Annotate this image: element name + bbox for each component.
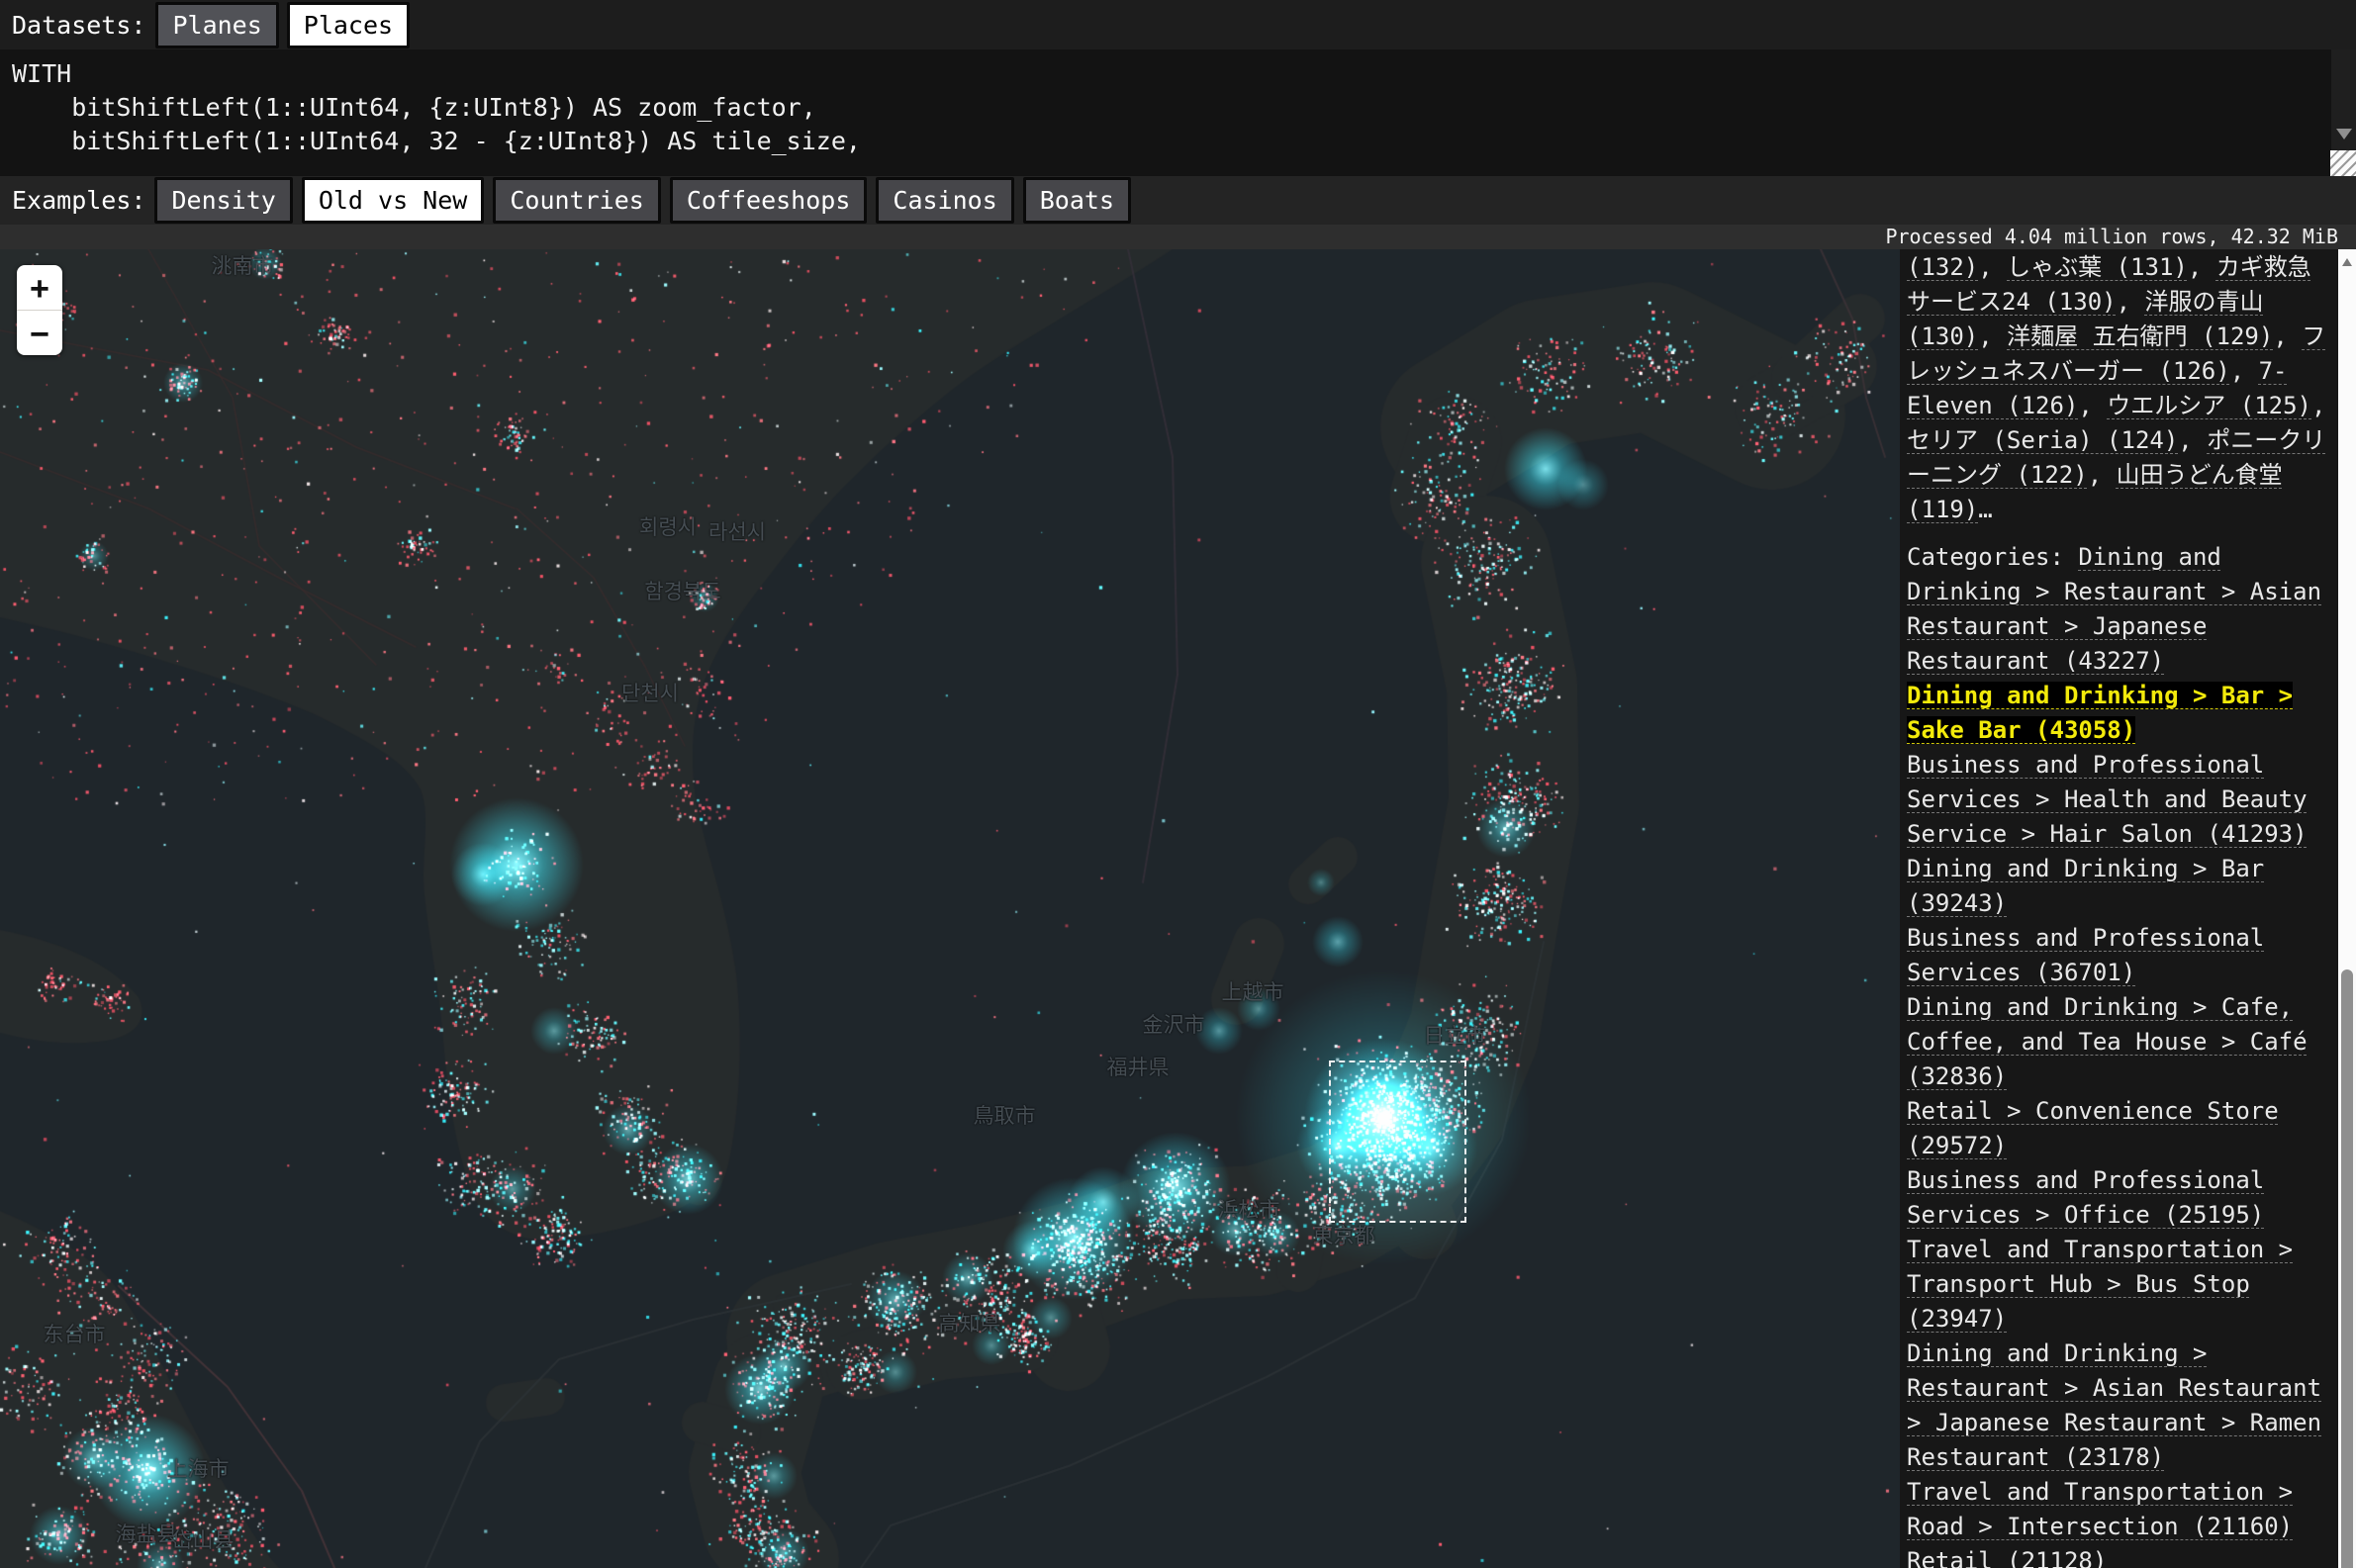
category-row: Travel and Transportation > Road > Inter… bbox=[1907, 1475, 2332, 1544]
category-link[interactable]: Business and Professional Services > Hea… bbox=[1907, 751, 2308, 848]
brand-link[interactable]: 洋麺屋 五右衛門 (129) bbox=[2007, 323, 2273, 350]
sidebar-brands: (132), しゃぶ葉 (131), カギ救急サービス24 (130), 洋服の… bbox=[1907, 253, 2325, 523]
example-button-density[interactable]: Density bbox=[154, 177, 292, 224]
category-row: Business and Professional Services (3670… bbox=[1907, 921, 2332, 990]
page-scrollbar[interactable] bbox=[2338, 249, 2356, 1568]
datasets-bar: Datasets: PlanesPlaces bbox=[0, 0, 2356, 49]
brand-link[interactable]: ウエルシア (125) bbox=[2107, 392, 2311, 419]
category-link[interactable]: Travel and Transportation > Road > Inter… bbox=[1907, 1478, 2293, 1540]
examples-button-group: DensityOld vs NewCountriesCoffeeshopsCas… bbox=[154, 177, 1131, 224]
examples-bar: Examples: DensityOld vs NewCountriesCoff… bbox=[0, 176, 2356, 225]
category-link[interactable]: Dining and Drinking > Restaurant > Asian… bbox=[1907, 1339, 2321, 1471]
categories-label: Categories: bbox=[1907, 543, 2078, 571]
resize-grip-icon[interactable] bbox=[2330, 150, 2356, 176]
datasets-label: Datasets: bbox=[12, 11, 145, 40]
datasets-button-group: PlanesPlaces bbox=[155, 2, 410, 48]
brand-link[interactable]: セリア (Seria) (124) bbox=[1907, 426, 2178, 454]
category-row: Business and Professional Services > Off… bbox=[1907, 1163, 2332, 1233]
dataset-button-planes[interactable]: Planes bbox=[155, 2, 278, 48]
map-canvas[interactable] bbox=[0, 249, 1900, 1568]
category-link[interactable]: Dining and Drinking > Cafe, Coffee, and … bbox=[1907, 993, 2308, 1090]
category-row: Travel and Transportation > Transport Hu… bbox=[1907, 1233, 2332, 1337]
category-link[interactable]: Dining and Drinking > Bar > Sake Bar (43… bbox=[1907, 682, 2293, 744]
category-link[interactable]: Dining and Drinking > Bar (39243) bbox=[1907, 855, 2264, 917]
app-window: Datasets: PlanesPlaces WITH bitShiftLeft… bbox=[0, 0, 2356, 1568]
scroll-up-icon[interactable] bbox=[2342, 258, 2352, 266]
category-link[interactable]: Retail > Convenience Store (29572) bbox=[1907, 1097, 2279, 1159]
scroll-down-icon[interactable] bbox=[2336, 129, 2352, 139]
example-button-casinos[interactable]: Casinos bbox=[876, 177, 1013, 224]
dataset-button-places[interactable]: Places bbox=[287, 2, 410, 48]
category-row: Retail > Convenience Store (29572) bbox=[1907, 1094, 2332, 1163]
example-button-boats[interactable]: Boats bbox=[1023, 177, 1131, 224]
category-row: Dining and Drinking > Restaurant > Asian… bbox=[1907, 1337, 2332, 1475]
brand-link[interactable]: (132) bbox=[1907, 253, 1978, 281]
status-bar: Processed 4.04 million rows, 42.32 MiB bbox=[0, 225, 2356, 249]
example-button-countries[interactable]: Countries bbox=[493, 177, 660, 224]
category-row: Dining and Drinking > Bar > Sake Bar (43… bbox=[1907, 679, 2332, 748]
category-link[interactable]: Business and Professional Services (3670… bbox=[1907, 924, 2264, 986]
examples-label: Examples: bbox=[12, 186, 145, 215]
sidebar-categories: Categories: Dining and Drinking > Restau… bbox=[1907, 540, 2332, 1568]
sql-editor[interactable]: WITH bitShiftLeft(1::UInt64, {z:UInt8}) … bbox=[0, 49, 2356, 176]
category-row: Retail (21128) bbox=[1907, 1544, 2332, 1568]
tile-selection-rect bbox=[1329, 1061, 1466, 1223]
category-link[interactable]: Retail (21128) bbox=[1907, 1547, 2107, 1568]
example-button-old-vs-new[interactable]: Old vs New bbox=[302, 177, 485, 224]
zoom-in-button[interactable]: + bbox=[17, 265, 62, 310]
example-button-coffeeshops[interactable]: Coffeeshops bbox=[670, 177, 868, 224]
category-link[interactable]: Business and Professional Services > Off… bbox=[1907, 1166, 2264, 1229]
zoom-out-button[interactable]: − bbox=[17, 311, 62, 355]
map-zoom-control: + − bbox=[17, 265, 62, 355]
category-row: Dining and Drinking > Bar (39243) bbox=[1907, 852, 2332, 921]
brand-link[interactable]: しゃぶ葉 (131) bbox=[2007, 253, 2188, 281]
map-viewport[interactable]: 洮南市회령시라선시함경북도단천시上越市金沢市福井県鳥取市日立市浜松市東京都高知県… bbox=[0, 249, 1900, 1568]
category-row: Business and Professional Services > Hea… bbox=[1907, 748, 2332, 852]
results-sidebar: (132), しゃぶ葉 (131), カギ救急サービス24 (130), 洋服の… bbox=[1900, 249, 2338, 1568]
category-row: Dining and Drinking > Cafe, Coffee, and … bbox=[1907, 990, 2332, 1094]
scrollbar-thumb[interactable] bbox=[2341, 969, 2353, 1568]
category-link[interactable]: Travel and Transportation > Transport Hu… bbox=[1907, 1236, 2293, 1333]
